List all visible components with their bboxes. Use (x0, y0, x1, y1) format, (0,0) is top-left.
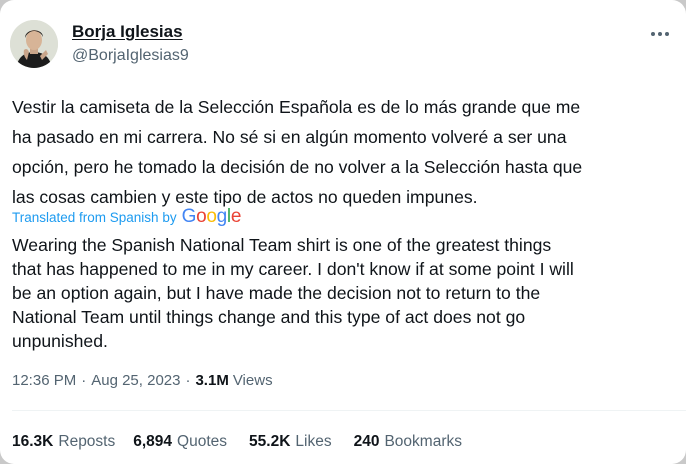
translated-text-line: Wearing the Spanish National Team shirt … (12, 235, 552, 255)
bookmarks-label: Bookmarks (384, 433, 462, 450)
translated-text-line: be an option again, but I have made the … (12, 283, 541, 303)
reposts-count: 16.3K (12, 433, 54, 450)
likes-label: Likes (295, 433, 332, 450)
likes-stat[interactable]: 55.2K Likes (249, 433, 332, 451)
reposts-label: Reposts (58, 433, 116, 450)
translation-attribution: Translated from Spanish by Google (12, 205, 241, 229)
more-horizontal-icon (651, 32, 669, 36)
quotes-stat[interactable]: 6,894 Quotes (133, 433, 227, 451)
separator-dot: · (81, 371, 87, 389)
tweet-text-line: Vestir la camiseta de la Selección Españ… (12, 97, 581, 117)
likes-count: 55.2K (249, 433, 291, 450)
tweet-header: Borja Iglesias @BorjaIglesias9 (0, 0, 686, 78)
timestamp-time[interactable]: 12:36 PM (12, 372, 76, 389)
translated-text: Wearing the Spanish National Team shirt … (12, 233, 680, 353)
avatar[interactable] (10, 20, 58, 68)
display-name[interactable]: Borja Iglesias (72, 22, 183, 42)
engagement-stats: 16.3K Reposts 6,894 Quotes 55.2K Likes 2… (12, 430, 462, 454)
quotes-label: Quotes (177, 433, 228, 450)
tweet-metadata: 12:36 PM · Aug 25, 2023 · 3.1M Views (12, 368, 273, 392)
divider (12, 410, 686, 411)
timestamp-date[interactable]: Aug 25, 2023 (91, 372, 180, 389)
views-count: 3.1M (195, 371, 229, 389)
translated-text-line: that has happened to me in my career. I … (12, 259, 574, 279)
tweet-card: Borja Iglesias @BorjaIglesias9 Vestir la… (0, 0, 686, 464)
user-handle[interactable]: @BorjaIglesias9 (72, 47, 189, 65)
tweet-text: Vestir la camiseta de la Selección Españ… (12, 92, 680, 212)
translated-from-link[interactable]: Translated from Spanish by (12, 210, 177, 225)
tweet-text-line: ha pasado en mi carrera. No sé si en alg… (12, 127, 567, 147)
bookmarks-count: 240 (353, 433, 380, 450)
translated-text-line: National Team until things change and th… (12, 307, 526, 327)
reposts-stat[interactable]: 16.3K Reposts (12, 433, 115, 451)
separator-dot: · (185, 371, 191, 389)
avatar-image (10, 20, 58, 68)
quotes-count: 6,894 (133, 433, 173, 450)
translated-text-line: unpunished. (12, 331, 108, 351)
tweet-text-line: opción, pero he tomado la decisión de no… (12, 157, 583, 177)
bookmarks-stat[interactable]: 240 Bookmarks (354, 433, 462, 451)
google-logo: Google (181, 206, 242, 227)
views-label: Views (232, 371, 273, 389)
more-options-button[interactable] (640, 20, 680, 48)
